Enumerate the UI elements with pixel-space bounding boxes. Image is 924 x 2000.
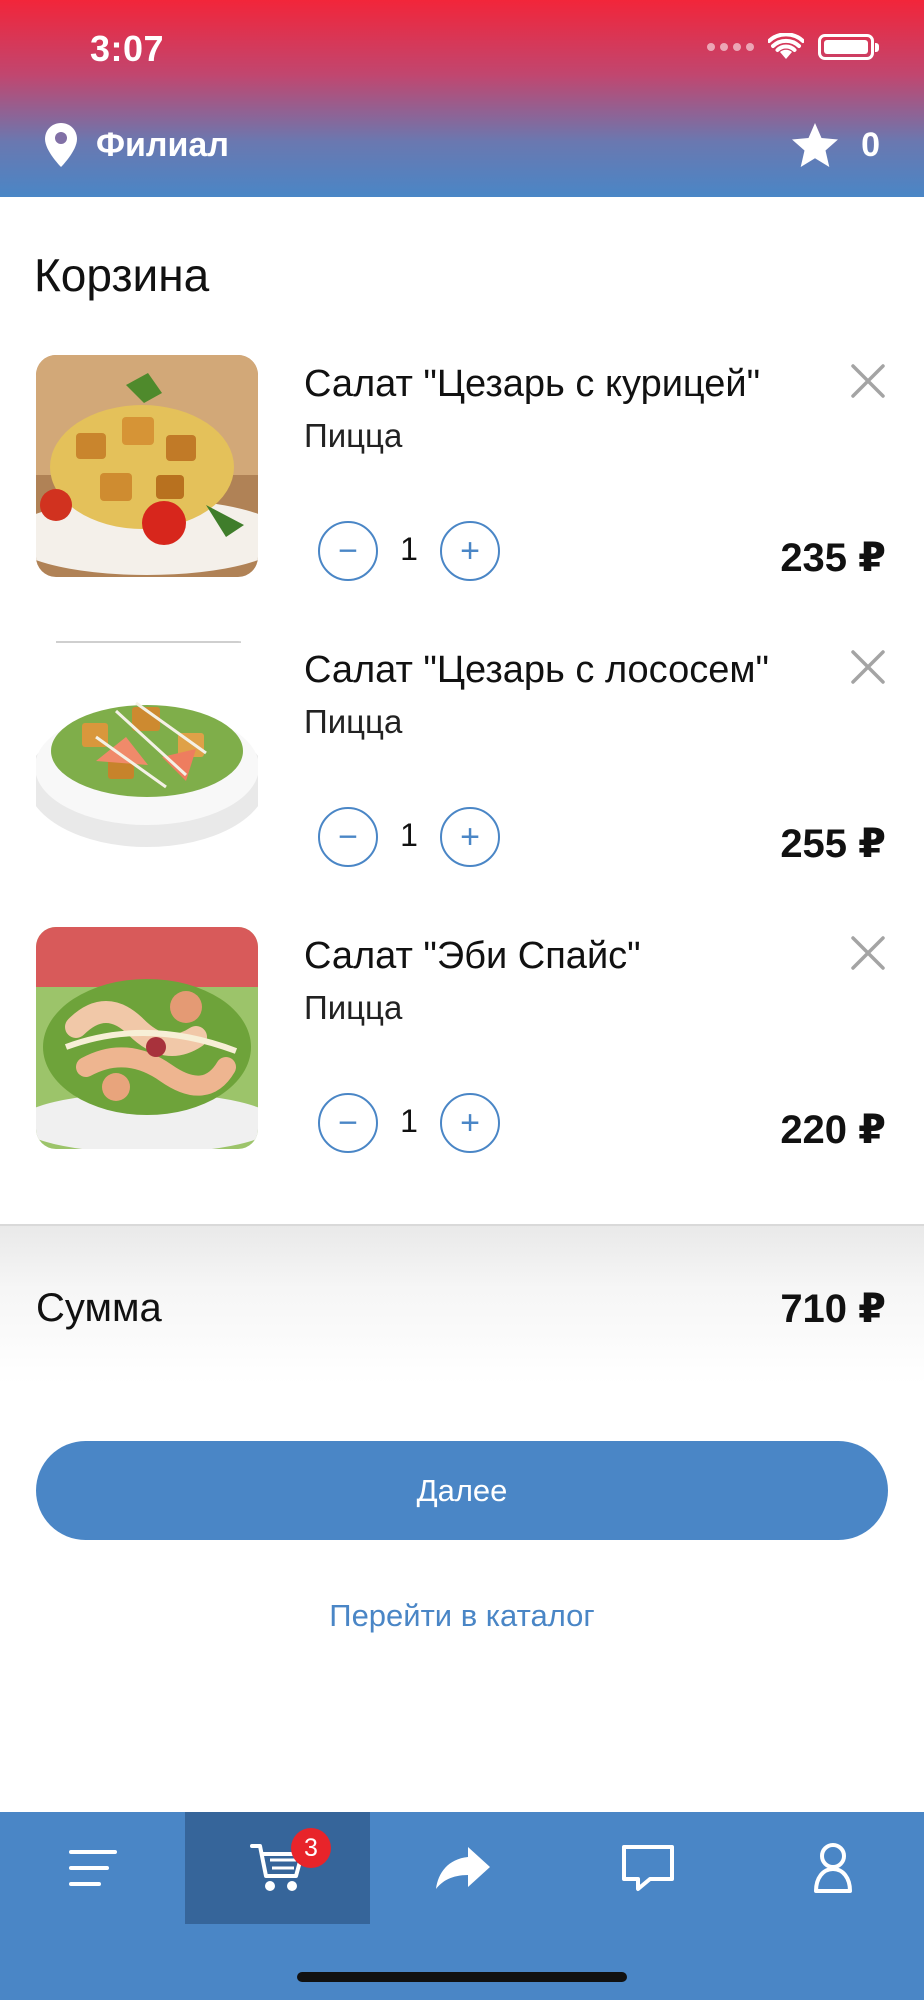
go-to-catalog-link[interactable]: Перейти в каталог <box>0 1598 924 1634</box>
signal-icon <box>707 43 754 51</box>
product-image[interactable] <box>36 641 258 863</box>
quantity-decrease-button[interactable]: − <box>318 807 378 867</box>
chat-icon <box>621 1845 674 1891</box>
item-price: 220 ₽ <box>780 1108 886 1152</box>
page-title: Корзина <box>34 249 210 301</box>
branch-selector[interactable]: Филиал <box>44 122 229 168</box>
item-category: Пицца <box>304 417 403 454</box>
item-price: 255 ₽ <box>780 822 886 866</box>
home-indicator <box>297 1972 627 1982</box>
tab-menu[interactable] <box>0 1812 185 1924</box>
location-pin-icon <box>45 123 77 167</box>
cart-item: Салат "Цезарь с лососем" Пицца − 1 + 255… <box>0 641 924 881</box>
branch-label: Филиал <box>96 125 229 164</box>
remove-item-close-icon[interactable] <box>848 361 888 401</box>
item-name: Салат "Эби Спайс" <box>304 935 641 977</box>
share-icon <box>435 1847 490 1889</box>
cart-count-badge: 3 <box>291 1828 331 1868</box>
status-time: 3:07 <box>90 28 165 69</box>
status-icons <box>707 33 879 61</box>
cart-item: Салат "Эби Спайс" Пицца − 1 + 220 ₽ <box>0 927 924 1167</box>
remove-item-close-icon[interactable] <box>848 647 888 687</box>
tab-cart[interactable]: 3 <box>185 1812 370 1924</box>
total-value: 710 ₽ <box>780 1287 886 1331</box>
quantity-value: 1 <box>400 1103 418 1139</box>
menu-icon <box>68 1850 117 1886</box>
quantity-value: 1 <box>400 531 418 567</box>
item-category: Пицца <box>304 703 403 740</box>
quantity-increase-button[interactable]: + <box>440 807 500 867</box>
product-image[interactable] <box>36 927 258 1149</box>
tab-chat[interactable] <box>555 1812 740 1924</box>
remove-item-close-icon[interactable] <box>848 933 888 973</box>
tab-profile[interactable] <box>740 1812 924 1924</box>
quantity-decrease-button[interactable]: − <box>318 1093 378 1153</box>
favorites-button[interactable]: 0 <box>791 122 880 168</box>
item-category: Пицца <box>304 989 403 1026</box>
app-header: 3:07 Филиал 0 <box>0 0 924 197</box>
profile-icon <box>813 1843 852 1893</box>
cart-item: Салат "Цезарь с курицей" Пицца − 1 + 235… <box>0 355 924 595</box>
product-image[interactable] <box>36 355 258 577</box>
quantity-increase-button[interactable]: + <box>440 1093 500 1153</box>
item-name: Салат "Цезарь с лососем" <box>304 649 769 691</box>
item-price: 235 ₽ <box>780 536 886 580</box>
next-button[interactable]: Далее <box>36 1441 888 1540</box>
item-name: Салат "Цезарь с курицей" <box>304 363 761 405</box>
wifi-icon <box>768 33 804 59</box>
quantity-increase-button[interactable]: + <box>440 521 500 581</box>
favorites-count: 0 <box>861 125 880 164</box>
total-label: Сумма <box>36 1286 162 1330</box>
star-icon <box>792 123 839 167</box>
tab-share[interactable] <box>370 1812 555 1924</box>
battery-icon <box>818 34 879 60</box>
quantity-decrease-button[interactable]: − <box>318 521 378 581</box>
quantity-value: 1 <box>400 817 418 853</box>
order-summary: Сумма 710 ₽ <box>0 1224 924 1384</box>
